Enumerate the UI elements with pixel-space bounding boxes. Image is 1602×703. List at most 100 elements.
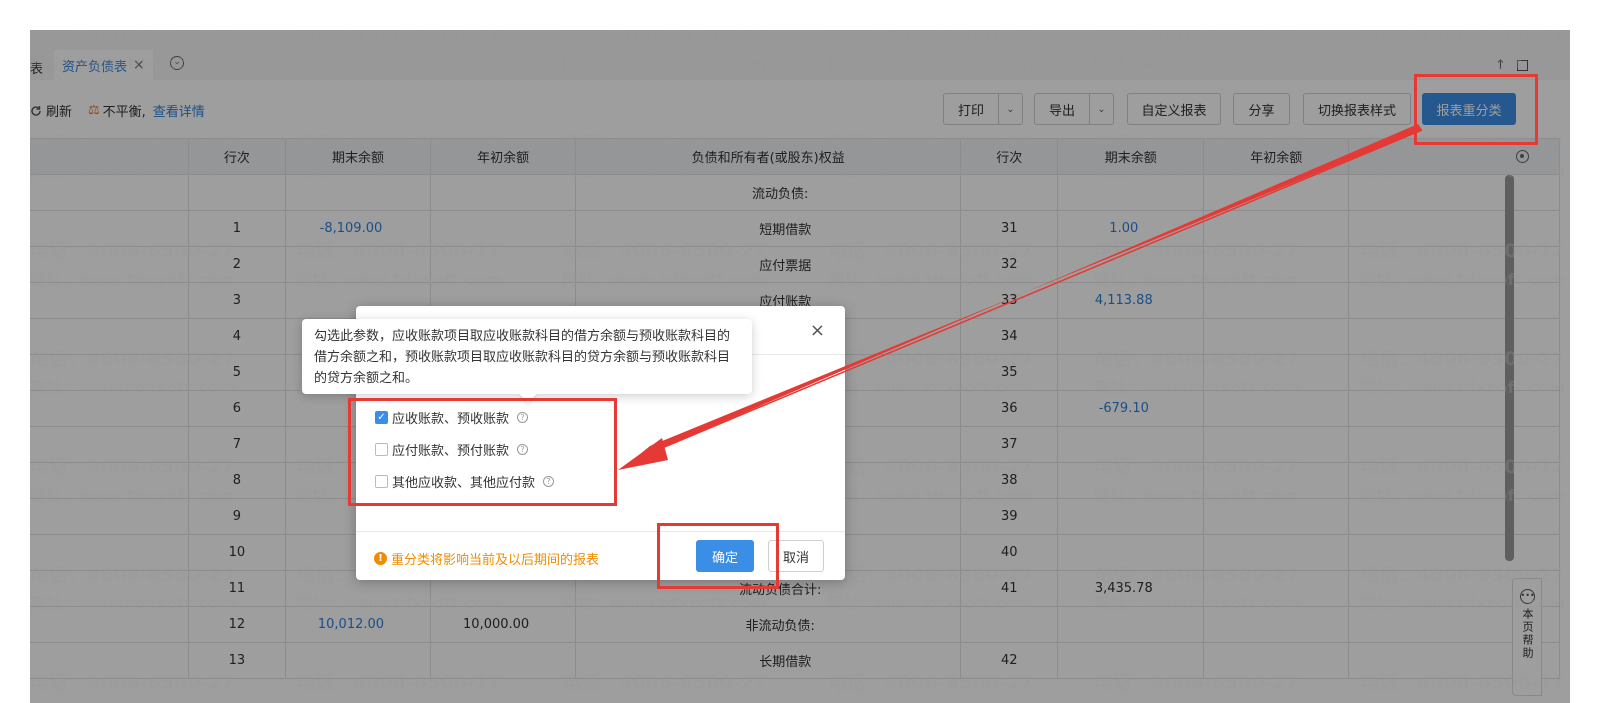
cell-row2[interactable]: 31 (960, 210, 1059, 247)
share-button[interactable]: 分享 (1233, 93, 1290, 125)
cell-row1[interactable]: 12 (187, 606, 286, 643)
cell-begin2[interactable] (1203, 498, 1350, 535)
arrow-up-icon[interactable]: ↑ (1495, 58, 1506, 73)
cell-begin2[interactable] (1203, 282, 1350, 319)
cell-row2[interactable]: 35 (960, 354, 1059, 391)
cell-end1[interactable] (284, 642, 432, 679)
cell-row2[interactable]: 39 (960, 498, 1059, 535)
column-header: 年初余额 (1203, 138, 1350, 175)
tab-more-icon[interactable]: ⌄ (170, 56, 184, 70)
cell-begin2[interactable] (1203, 210, 1350, 247)
cell-row2[interactable] (960, 174, 1059, 211)
cell-empty (1348, 282, 1560, 319)
cell-end2[interactable]: 4,113.88 (1057, 282, 1205, 319)
cell-begin2[interactable] (1203, 354, 1350, 391)
cell-row2[interactable]: 41 (960, 570, 1059, 607)
cell-end2[interactable] (1057, 174, 1205, 211)
help-label: 本页帮助 (1521, 608, 1534, 660)
cell-end2[interactable] (1057, 606, 1205, 643)
cell-label[interactable]: 长期借款 (575, 642, 962, 679)
cell-begin2[interactable] (1203, 426, 1350, 463)
cell-label[interactable]: 短期借款 (575, 210, 962, 247)
cell-begin1[interactable]: 10,000.00 (430, 606, 577, 643)
cell-row1[interactable]: 1 (187, 210, 286, 247)
cell-end2[interactable] (1057, 426, 1205, 463)
cell-end1[interactable]: 10,012.00 (284, 606, 432, 643)
cell-row2[interactable]: 32 (960, 246, 1059, 283)
cell-row2[interactable]: 33 (960, 282, 1059, 319)
cell-begin2[interactable] (1203, 390, 1350, 427)
cell-empty (1348, 354, 1560, 391)
cell-row1[interactable]: 11 (187, 570, 286, 607)
cell-end2[interactable] (1057, 318, 1205, 355)
cell-end2[interactable] (1057, 462, 1205, 499)
cell-end2[interactable] (1057, 246, 1205, 283)
cell-row1[interactable]: 2 (187, 246, 286, 283)
cell-begin2[interactable] (1203, 174, 1350, 211)
cell-row2[interactable]: 40 (960, 534, 1059, 571)
cell-label[interactable]: 流动负债: (575, 174, 962, 211)
cell-empty (30, 534, 189, 571)
cell-row1[interactable] (187, 174, 286, 211)
cell-begin2[interactable] (1203, 570, 1350, 607)
view-details-link[interactable]: 查看详情 (153, 101, 205, 120)
cell-end2[interactable] (1057, 642, 1205, 679)
cell-row2[interactable] (960, 606, 1059, 643)
cell-empty (1348, 426, 1560, 463)
cell-row1[interactable]: 6 (187, 390, 286, 427)
cell-begin2[interactable] (1203, 318, 1350, 355)
settings-icon[interactable] (1516, 150, 1529, 163)
close-icon[interactable]: × (133, 57, 145, 73)
tab-fragment[interactable]: 表 (30, 58, 43, 77)
cell-begin2[interactable] (1203, 246, 1350, 283)
refresh-button[interactable]: 刷新 (30, 101, 72, 120)
chevron-down-icon[interactable]: ⌄ (1089, 94, 1113, 124)
cell-end2[interactable]: -679.10 (1057, 390, 1205, 427)
cell-label[interactable]: 非流动负债: (575, 606, 962, 643)
cell-end2[interactable]: 3,435.78 (1057, 570, 1205, 607)
cell-begin1[interactable] (430, 174, 577, 211)
cell-row2[interactable]: 37 (960, 426, 1059, 463)
cell-row1[interactable]: 13 (187, 642, 286, 679)
toolbar: 刷新 ⚖ 不平衡, 查看详情 打印 ⌄ 导出 ⌄ 自定义报表 分享 切换报表样式… (30, 80, 1570, 138)
export-button[interactable]: 导出 ⌄ (1034, 93, 1114, 125)
cell-end2[interactable] (1057, 498, 1205, 535)
cell-row2[interactable]: 36 (960, 390, 1059, 427)
custom-report-button[interactable]: 自定义报表 (1127, 93, 1221, 125)
cell-end1[interactable] (284, 174, 432, 211)
table-row: 1 -8,109.00 短期借款 31 1.00 (30, 210, 1560, 247)
cell-row1[interactable]: 9 (187, 498, 286, 535)
cell-empty (1348, 246, 1560, 283)
page-help-widget[interactable]: ••• 本页帮助 (1512, 578, 1542, 696)
close-icon[interactable]: × (810, 320, 825, 341)
cell-row1[interactable]: 5 (187, 354, 286, 391)
cell-row1[interactable]: 4 (187, 318, 286, 355)
cell-begin2[interactable] (1203, 606, 1350, 643)
maximize-icon[interactable] (1517, 60, 1528, 71)
print-button[interactable]: 打印 ⌄ (943, 93, 1023, 125)
cell-end2[interactable]: 1.00 (1057, 210, 1205, 247)
chevron-down-icon[interactable]: ⌄ (998, 94, 1022, 124)
cell-begin1[interactable] (430, 210, 577, 247)
cell-row1[interactable]: 7 (187, 426, 286, 463)
cell-end2[interactable] (1057, 354, 1205, 391)
cell-begin2[interactable] (1203, 642, 1350, 679)
cell-row1[interactable]: 3 (187, 282, 286, 319)
cell-row2[interactable]: 42 (960, 642, 1059, 679)
cell-begin1[interactable] (430, 642, 577, 679)
cell-end1[interactable]: -8,109.00 (284, 210, 432, 247)
cell-row1[interactable]: 10 (187, 534, 286, 571)
tab-balance-sheet[interactable]: 资产负债表 × (54, 50, 153, 80)
cell-row2[interactable]: 34 (960, 318, 1059, 355)
cell-row1[interactable]: 8 (187, 462, 286, 499)
cell-begin1[interactable] (430, 246, 577, 283)
cell-row2[interactable]: 38 (960, 462, 1059, 499)
switch-style-button[interactable]: 切换报表样式 (1303, 93, 1411, 125)
vertical-scrollbar[interactable] (1505, 175, 1514, 561)
column-header: 行次 (187, 138, 286, 175)
cell-end1[interactable] (284, 246, 432, 283)
cell-end2[interactable] (1057, 534, 1205, 571)
cell-begin2[interactable] (1203, 534, 1350, 571)
cell-begin2[interactable] (1203, 462, 1350, 499)
cell-label[interactable]: 应付票据 (575, 246, 962, 283)
